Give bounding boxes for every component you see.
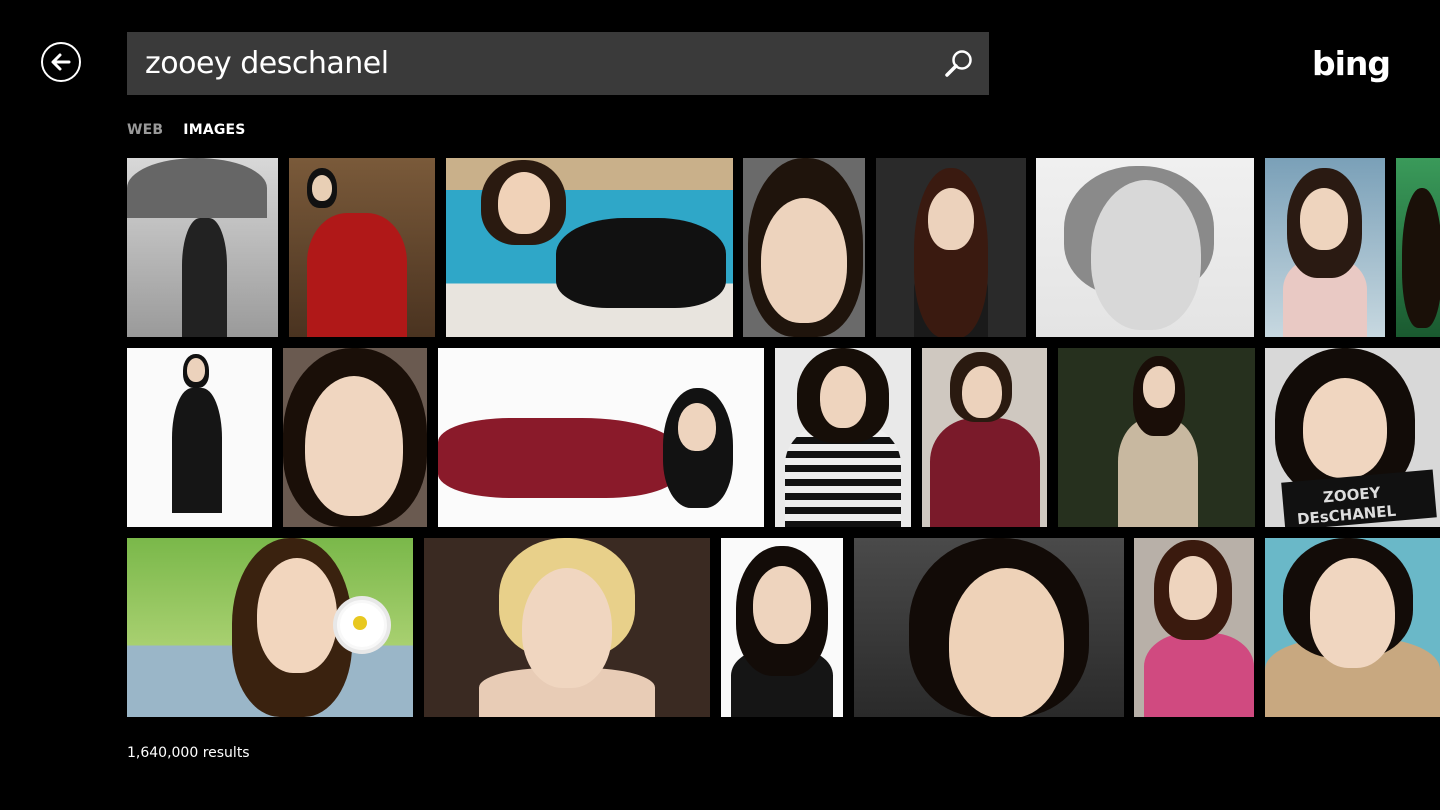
image-result[interactable] (127, 348, 272, 527)
results-count: 1,640,000 results (127, 745, 250, 761)
image-result[interactable] (446, 158, 733, 337)
image-result[interactable] (289, 158, 435, 337)
search-tabs: WEB IMAGES (127, 122, 246, 138)
bing-logo[interactable]: bing (1312, 44, 1391, 83)
image-result[interactable] (876, 158, 1026, 337)
image-result[interactable] (1265, 538, 1440, 717)
image-result[interactable] (854, 538, 1124, 717)
search-icon[interactable] (943, 48, 975, 80)
image-result[interactable] (424, 538, 710, 717)
image-result[interactable] (775, 348, 911, 527)
image-result[interactable] (1134, 538, 1254, 717)
image-result[interactable] (721, 538, 843, 717)
tab-images[interactable]: IMAGES (183, 122, 245, 138)
image-result[interactable] (1396, 158, 1440, 337)
back-button[interactable] (41, 42, 81, 82)
image-result[interactable] (743, 158, 865, 337)
image-result[interactable] (283, 348, 427, 527)
back-arrow-icon (51, 53, 71, 71)
image-result[interactable] (922, 348, 1047, 527)
image-result[interactable] (1058, 348, 1255, 527)
search-input[interactable] (127, 32, 927, 95)
image-result[interactable] (127, 538, 413, 717)
search-box[interactable] (127, 32, 989, 95)
image-result[interactable] (127, 158, 278, 337)
image-result[interactable] (438, 348, 764, 527)
image-result[interactable] (1036, 158, 1254, 337)
image-result[interactable]: ZOOEY DEsCHANEL (1265, 348, 1440, 527)
image-result[interactable] (1265, 158, 1385, 337)
tab-web[interactable]: WEB (127, 122, 163, 138)
